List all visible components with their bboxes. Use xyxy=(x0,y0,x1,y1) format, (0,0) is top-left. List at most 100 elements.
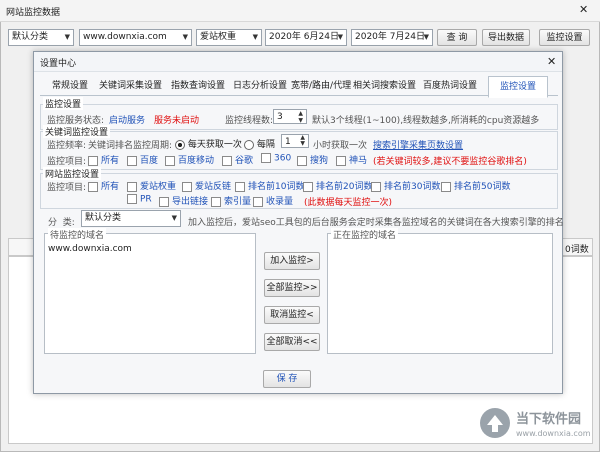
checkbox-icon xyxy=(222,155,232,166)
pending-domain-item[interactable]: www.downxia.com xyxy=(48,244,132,254)
keyword-option-all[interactable]: 所有 xyxy=(88,153,119,166)
keyword-option-360[interactable]: 360 xyxy=(261,153,291,164)
radio-daily[interactable]: 每天获取一次 xyxy=(175,137,242,150)
checkbox-icon xyxy=(159,196,169,207)
checkbox-icon xyxy=(235,181,245,192)
radio-interval-label: 每隔 xyxy=(256,140,275,150)
radio-daily-label: 每天获取一次 xyxy=(187,140,242,150)
site-items-label: 监控项目: xyxy=(47,183,87,193)
pending-domains-legend: 待监控的域名 xyxy=(48,228,107,241)
chevron-down-icon: ▼ xyxy=(182,33,188,41)
site-option-top20[interactable]: 排名前20词数 xyxy=(303,179,372,192)
radio-empty-icon xyxy=(244,139,254,150)
thread-count-label: 监控线程数: xyxy=(225,116,274,126)
remove-all-monitor-button[interactable]: 全部取消<< xyxy=(264,333,320,351)
chevron-down-icon: ▼ xyxy=(64,33,70,41)
tab-strip: 常规设置 关键词采集设置 指数查询设置 日志分析设置 宽带/路由/代理 相关词搜… xyxy=(40,76,558,98)
monitor-settings-group: 监控设置 监控服务状态: 启动服务 服务未启动 监控线程数: 3 ▲ ▼ 默认3个… xyxy=(40,97,558,130)
radio-selected-icon xyxy=(175,139,185,150)
background-column-label: 0词数 xyxy=(565,245,589,255)
thread-count-note: 默认3个线程(1~100),线程数越多,所消耗的cpu资源越多 xyxy=(312,116,540,126)
category-label: 分 类: xyxy=(48,218,75,228)
tab-baidu-hotwords[interactable]: 百度热词设置 xyxy=(423,76,477,96)
add-monitor-button[interactable]: 加入监控> xyxy=(264,252,320,270)
checkbox-icon xyxy=(182,181,192,192)
stepper-icon[interactable]: ▲ ▼ xyxy=(300,135,305,147)
main-site-select[interactable]: www.downxia.com ▼ xyxy=(79,29,192,46)
main-titlebar: 网站监控数据 ✕ xyxy=(0,0,600,22)
main-window-title: 网站监控数据 xyxy=(6,8,61,18)
keyword-warning: (若关键词较多,建议不要监控谷歌排名) xyxy=(373,157,527,167)
monitor-settings-legend: 监控设置 xyxy=(43,97,84,110)
site-option-outlinks[interactable]: 导出链接 xyxy=(159,194,208,207)
category-note: 加入监控后，爱站seo工具包的后台服务会定时采集各监控域名的关键词在各大搜索引擎… xyxy=(188,218,564,228)
interval-hours-suffix: 小时获取一次 xyxy=(313,141,368,151)
site-warning: (此数据每天监控一次) xyxy=(304,198,393,208)
add-all-monitor-button[interactable]: 全部监控>> xyxy=(264,279,320,297)
main-metric-select[interactable]: 爱站权重 ▼ xyxy=(196,29,262,46)
site-option-all[interactable]: 所有 xyxy=(88,179,119,192)
checkbox-icon xyxy=(371,181,381,192)
checkbox-icon xyxy=(303,181,313,192)
save-button[interactable]: 保 存 xyxy=(263,370,311,388)
site-option-pr[interactable]: PR xyxy=(127,194,152,205)
radio-interval[interactable]: 每隔 xyxy=(244,137,275,150)
active-domains-legend: 正在监控的域名 xyxy=(331,228,399,241)
date-to-picker[interactable]: 2020年 7月24日 ▼ xyxy=(351,29,433,46)
frequency-label: 监控频率: xyxy=(47,141,87,151)
checkbox-icon xyxy=(88,181,98,192)
site-option-aizhan-backlinks[interactable]: 爱站反链 xyxy=(182,179,231,192)
category-select[interactable]: 默认分类 ▼ xyxy=(81,210,181,227)
stepper-icon[interactable]: ▲ ▼ xyxy=(298,110,303,123)
checkbox-icon xyxy=(261,153,271,163)
keyword-option-baidu-mobile[interactable]: 百度移动 xyxy=(165,153,214,166)
keyword-option-google[interactable]: 谷歌 xyxy=(222,153,253,166)
active-domains-panel: 正在监控的域名 xyxy=(327,228,553,354)
checkbox-icon xyxy=(127,181,137,192)
site-option-top50[interactable]: 排名前50词数 xyxy=(441,179,510,192)
site-option-aizhan-weight[interactable]: 爱站权重 xyxy=(127,179,176,192)
main-close-icon[interactable]: ✕ xyxy=(579,3,588,16)
checkbox-icon xyxy=(165,155,175,166)
engine-pages-settings-link[interactable]: 搜索引擎采集页数设置 xyxy=(373,138,463,151)
date-from-picker[interactable]: 2020年 6月24日 ▼ xyxy=(265,29,347,46)
monitor-settings-button[interactable]: 监控设置 xyxy=(539,29,590,46)
remove-monitor-button[interactable]: 取消监控< xyxy=(264,306,320,324)
keyword-option-shenma[interactable]: 神马 xyxy=(336,153,367,166)
site-option-index[interactable]: 索引量 xyxy=(211,194,251,207)
checkbox-icon xyxy=(211,196,221,207)
tab-bandwidth-proxy[interactable]: 宽带/路由/代理 xyxy=(291,76,351,96)
tab-general[interactable]: 常规设置 xyxy=(52,76,88,96)
frequency-description: 关键词排名监控周期: xyxy=(88,141,173,151)
tab-index-query[interactable]: 指数查询设置 xyxy=(171,76,225,96)
tab-monitor-settings[interactable]: 监控设置 xyxy=(488,76,548,98)
tab-keyword-collect[interactable]: 关键词采集设置 xyxy=(99,76,162,96)
checkbox-icon xyxy=(127,155,137,166)
keyword-items-label: 监控项目: xyxy=(47,157,87,167)
settings-dialog: 设置中心 ✕ 常规设置 关键词采集设置 指数查询设置 日志分析设置 宽带/路由/… xyxy=(33,51,564,394)
keyword-option-sogou[interactable]: 搜狗 xyxy=(297,153,328,166)
chevron-down-icon: ▼ xyxy=(171,214,177,222)
query-button[interactable]: 查 询 xyxy=(437,29,477,46)
keyword-option-baidu[interactable]: 百度 xyxy=(127,153,158,166)
interval-hours-input[interactable]: 1 ▲ ▼ xyxy=(281,134,309,148)
thread-count-input[interactable]: 3 ▲ ▼ xyxy=(273,109,307,124)
checkbox-icon xyxy=(297,155,307,166)
dialog-close-icon[interactable]: ✕ xyxy=(547,55,556,68)
site-monitor-group: 网站监控设置 监控项目: 所有 爱站权重 爱站反链 排名前10词数 排名前20词… xyxy=(40,167,558,209)
site-option-included[interactable]: 收录量 xyxy=(253,194,293,207)
export-data-button[interactable]: 导出数据 xyxy=(482,29,530,46)
site-option-top10[interactable]: 排名前10词数 xyxy=(235,179,304,192)
site-option-top30[interactable]: 排名前30词数 xyxy=(371,179,440,192)
checkbox-icon xyxy=(441,181,451,192)
tab-log-analysis[interactable]: 日志分析设置 xyxy=(233,76,287,96)
checkbox-icon xyxy=(127,194,137,204)
checkbox-icon xyxy=(88,155,98,166)
calendar-dropdown-icon: ▼ xyxy=(423,33,429,41)
calendar-dropdown-icon: ▼ xyxy=(337,33,343,41)
tab-related-search[interactable]: 相关词搜索设置 xyxy=(353,76,416,96)
watermark-url: www.downxia.com xyxy=(516,429,591,438)
checkbox-icon xyxy=(253,196,263,207)
start-service-link[interactable]: 启动服务 xyxy=(109,113,145,126)
main-category-select[interactable]: 默认分类 ▼ xyxy=(8,29,74,46)
